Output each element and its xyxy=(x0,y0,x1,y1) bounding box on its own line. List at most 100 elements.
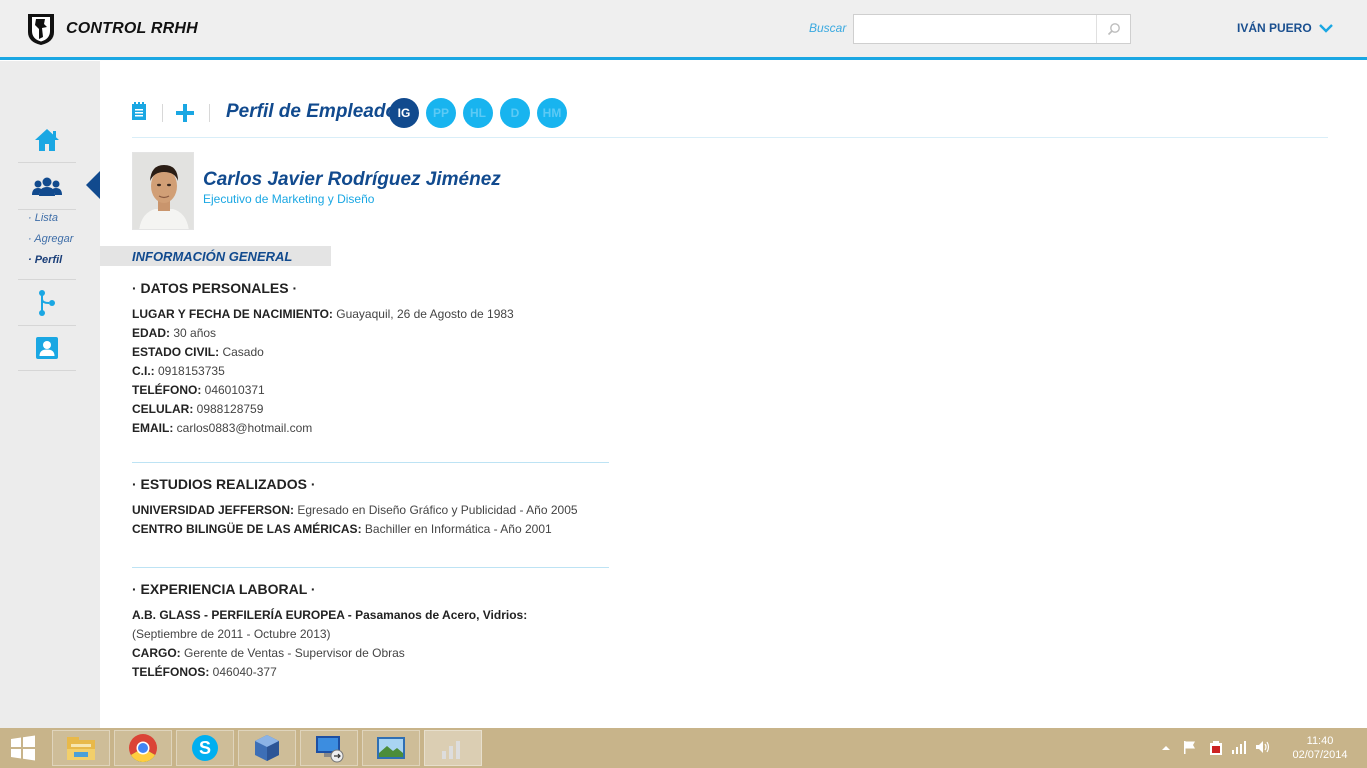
studies-heading: · ESTUDIOS REALIZADOS · xyxy=(132,476,316,492)
field-label: UNIVERSIDAD JEFFERSON: xyxy=(132,503,295,517)
field-value: carlos0883@hotmail.com xyxy=(173,421,313,435)
field-label: CENTRO BILINGÜE DE LAS AMÉRICAS: xyxy=(132,522,362,536)
search-button[interactable] xyxy=(1096,15,1130,43)
system-clock[interactable]: 11:40 02/07/2014 xyxy=(1280,734,1360,762)
study-item: CENTRO BILINGÜE DE LAS AMÉRICAS: Bachill… xyxy=(132,522,552,536)
sidebar-item-employees[interactable] xyxy=(18,164,76,210)
taskbar-skype[interactable]: S xyxy=(176,730,234,766)
windows-taskbar: S 11:40 02/07/2014 xyxy=(0,728,1367,768)
field-label: EMAIL: xyxy=(132,421,174,435)
field-value: 046040-377 xyxy=(209,665,277,679)
virtualbox-icon xyxy=(255,735,279,761)
skype-icon: S xyxy=(192,735,218,761)
tab-d[interactable]: D xyxy=(500,98,530,128)
field-label: C.I.: xyxy=(132,364,155,378)
show-hidden-icons[interactable] xyxy=(1161,740,1171,758)
section-divider xyxy=(132,462,609,463)
add-button[interactable] xyxy=(175,103,195,128)
field-value: Casado xyxy=(219,345,264,359)
flag-icon xyxy=(1184,741,1195,754)
page-title: Perfil de Empleado xyxy=(226,101,398,122)
signal-icon xyxy=(1232,741,1246,754)
sidebar-item-organization[interactable] xyxy=(18,280,76,326)
taskbar-virtualbox[interactable] xyxy=(238,730,296,766)
tray-volume[interactable] xyxy=(1255,740,1271,759)
tray-action-center[interactable] xyxy=(1183,740,1197,759)
taskbar-file-explorer[interactable] xyxy=(52,730,110,766)
tab-pp[interactable]: PP xyxy=(426,98,456,128)
field-label: EDAD: xyxy=(132,326,170,340)
contact-card-icon xyxy=(36,336,58,359)
file-explorer-icon xyxy=(67,737,95,760)
field-value: 0918153735 xyxy=(154,364,225,378)
app-title: CONTROL RRHH xyxy=(66,20,198,37)
toolbar-separator xyxy=(209,104,210,122)
taskbar-remote-desktop[interactable] xyxy=(300,730,358,766)
users-icon xyxy=(32,177,62,196)
chevron-down-icon xyxy=(1318,24,1333,33)
active-section-indicator xyxy=(86,171,100,199)
toolbar-separator xyxy=(162,104,163,122)
field-label: TELÉFONO: xyxy=(132,383,202,397)
tab-hl[interactable]: HL xyxy=(463,98,493,128)
sidebar-item-profile-card[interactable] xyxy=(18,325,76,371)
tray-network[interactable] xyxy=(1231,740,1247,759)
clock-date: 02/07/2014 xyxy=(1292,749,1348,761)
employee-name: Carlos Javier Rodríguez Jiménez xyxy=(203,169,501,190)
tab-ig[interactable]: IG xyxy=(389,98,419,128)
search-icon xyxy=(1107,23,1120,36)
taskbar-active-app[interactable] xyxy=(424,730,482,766)
email: EMAIL: carlos0883@hotmail.com xyxy=(132,421,312,435)
field-label: CELULAR: xyxy=(132,402,194,416)
id-number: C.I.: 0918153735 xyxy=(132,364,225,378)
field-label: LUGAR Y FECHA DE NACIMIENTO: xyxy=(132,307,333,321)
marital-status: ESTADO CIVIL: Casado xyxy=(132,345,264,359)
plus-icon xyxy=(176,104,194,122)
study-item: UNIVERSIDAD JEFFERSON: Egresado en Diseñ… xyxy=(132,503,578,517)
app-header: CONTROL RRHH Buscar IVÁN PUERO xyxy=(0,0,1367,60)
birth-place-date: LUGAR Y FECHA DE NACIMIENTO: Guayaquil, … xyxy=(132,307,514,321)
sidebar-link-lista[interactable]: · Lista xyxy=(28,212,58,224)
field-label: TELÉFONOS: xyxy=(132,665,210,679)
battery-icon xyxy=(1210,741,1222,755)
tray-power[interactable] xyxy=(1208,740,1224,761)
sidebar-item-home[interactable] xyxy=(18,117,76,163)
svg-text:S: S xyxy=(199,738,211,758)
search-input[interactable] xyxy=(854,15,1096,43)
section-header: INFORMACIÓN GENERAL xyxy=(100,246,331,266)
windows-logo-icon xyxy=(11,735,35,761)
experience-heading: · EXPERIENCIA LABORAL · xyxy=(132,581,316,597)
experience-company: A.B. GLASS - PERFILERÍA EUROPEA - Pasama… xyxy=(132,608,527,622)
user-menu[interactable]: IVÁN PUERO xyxy=(1237,21,1334,35)
tab-hm[interactable]: HM xyxy=(537,98,567,128)
sidebar-link-perfil[interactable]: · Perfil xyxy=(28,254,62,266)
org-chart-icon xyxy=(39,289,55,316)
home-icon xyxy=(35,128,59,151)
field-value: 0988128759 xyxy=(193,402,264,416)
search-box xyxy=(853,14,1131,44)
phone: TELÉFONO: 046010371 xyxy=(132,383,265,397)
taskbar-chrome[interactable] xyxy=(114,730,172,766)
job-title: CARGO: Gerente de Ventas - Supervisor de… xyxy=(132,646,405,660)
taskbar-photo-viewer[interactable] xyxy=(362,730,420,766)
field-value: Gerente de Ventas - Supervisor de Obras xyxy=(180,646,405,660)
field-value: Guayaquil, 26 de Agosto de 1983 xyxy=(332,307,514,321)
user-name: IVÁN PUERO xyxy=(1237,21,1312,35)
field-label: CARGO: xyxy=(132,646,181,660)
section-title: INFORMACIÓN GENERAL xyxy=(132,249,293,264)
employee-role: Ejecutivo de Marketing y Diseño xyxy=(203,192,375,206)
photo-viewer-icon xyxy=(377,737,405,759)
field-label: ESTADO CIVIL: xyxy=(132,345,220,359)
mobile: CELULAR: 0988128759 xyxy=(132,402,263,416)
sidebar-link-agregar[interactable]: · Agregar xyxy=(28,233,73,245)
title-divider xyxy=(132,137,1328,138)
clock-time: 11:40 xyxy=(1306,735,1334,747)
clipboard-button[interactable] xyxy=(131,101,147,126)
company-logo[interactable] xyxy=(26,12,56,46)
field-value: 046010371 xyxy=(201,383,265,397)
company-name: A.B. GLASS - PERFILERÍA EUROPEA - Pasama… xyxy=(132,608,528,622)
chrome-icon xyxy=(129,734,157,762)
field-value: Egresado en Diseño Gráfico y Publicidad … xyxy=(294,503,578,517)
start-button[interactable] xyxy=(8,734,40,762)
speaker-icon xyxy=(1256,741,1270,753)
